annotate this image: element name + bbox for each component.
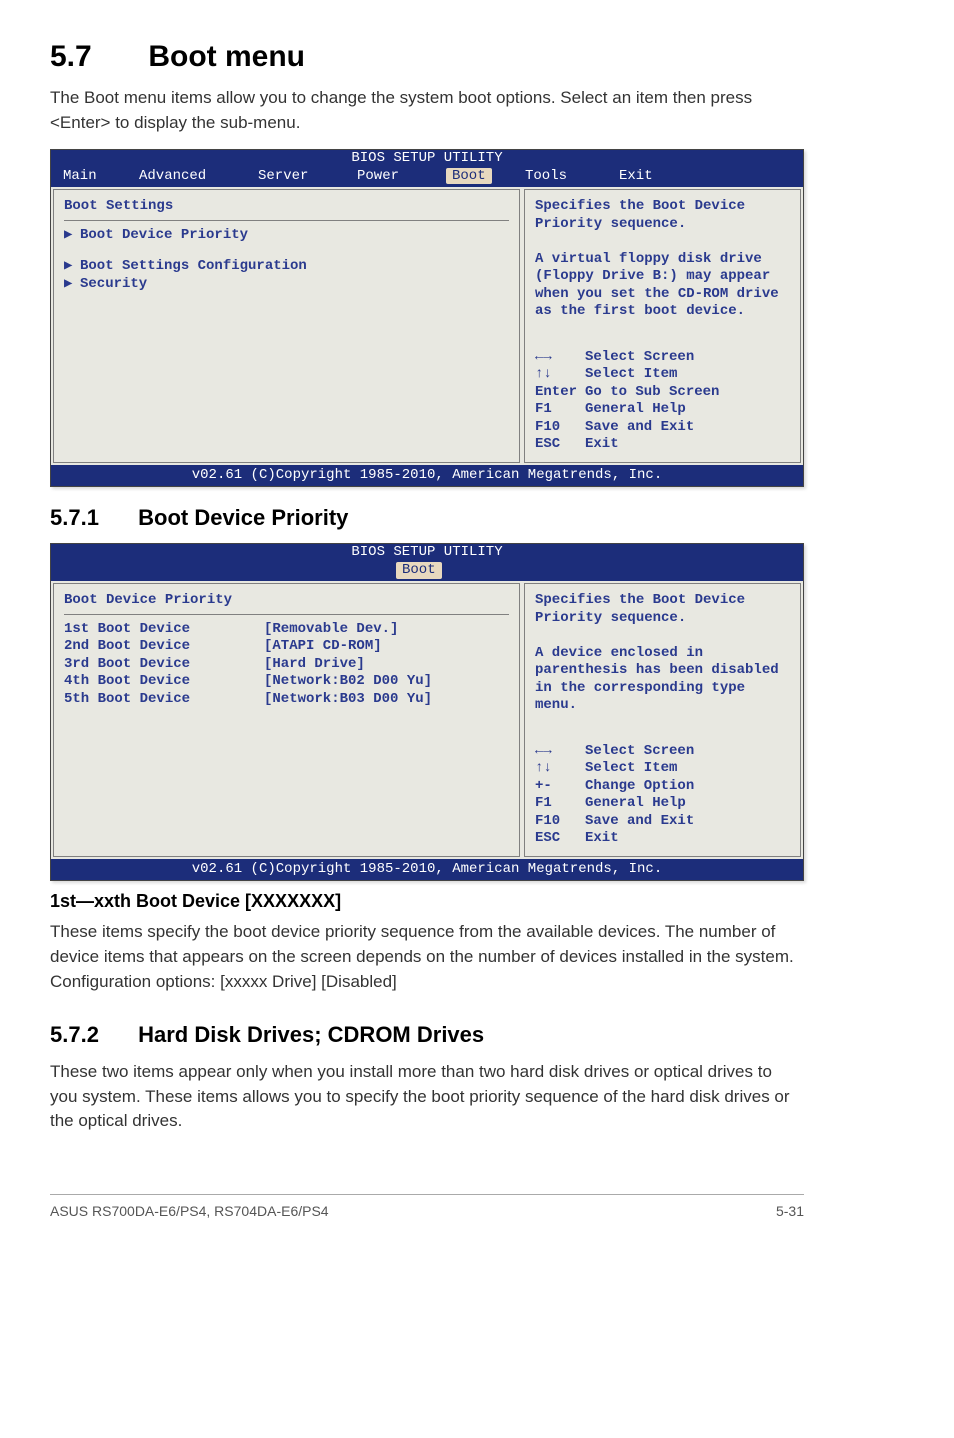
list-item: 2nd Boot Device [ATAPI CD-ROM] <box>64 638 509 656</box>
item-value: [Hard Drive] <box>264 656 365 674</box>
arrow-icon: ▶ <box>64 276 80 294</box>
item-value: [Network:B02 D00 Yu] <box>264 673 432 691</box>
item-label: 4th Boot Device <box>64 673 264 691</box>
list-item: 3rd Boot Device [Hard Drive] <box>64 656 509 674</box>
nav-hints: ←→Select Screen ↑↓Select Item EnterGo to… <box>535 349 790 454</box>
menu-boot-active: Boot <box>446 168 492 184</box>
section-title-text: Boot menu <box>148 40 305 73</box>
menu-tools: Tools <box>525 168 567 184</box>
item-value: [Removable Dev.] <box>264 621 398 639</box>
bios-title-bar: BIOS SETUP UTILITY <box>51 150 803 168</box>
list-item: 1st Boot Device [Removable Dev.] <box>64 621 509 639</box>
item-value: [ATAPI CD-ROM] <box>264 638 382 656</box>
footer-left: ASUS RS700DA-E6/PS4, RS704DA-E6/PS4 <box>50 1203 329 1219</box>
subsection-heading: 5.7.1 Boot Device Priority <box>50 505 804 531</box>
section-number: 5.7 <box>50 40 140 74</box>
intro-paragraph: The Boot menu items allow you to change … <box>50 86 804 135</box>
menu-advanced: Advanced <box>139 168 206 184</box>
menu-boot-active: Boot <box>396 562 442 580</box>
menu-main: Main <box>63 168 97 184</box>
subsection-title: Boot Device Priority <box>138 505 348 530</box>
item-label: Boot Settings Configuration <box>80 258 509 276</box>
subsection-body: These two items appear only when you ins… <box>50 1060 804 1134</box>
bios-title-bar: BIOS SETUP UTILITY <box>51 544 803 562</box>
help-text: Specifies the Boot Device Priority seque… <box>535 592 790 715</box>
bios-right-panel: Specifies the Boot Device Priority seque… <box>524 583 801 857</box>
bios-right-panel: Specifies the Boot Device Priority seque… <box>524 189 801 463</box>
item-label: 1st Boot Device <box>64 621 264 639</box>
setting-body: These items specify the boot device prio… <box>50 920 804 994</box>
bios-screenshot-2: BIOS SETUP UTILITY Boot Boot Device Prio… <box>50 543 804 881</box>
list-item: 5th Boot Device [Network:B03 D00 Yu] <box>64 691 509 709</box>
help-text: Specifies the Boot Device Priority seque… <box>535 198 790 321</box>
menu-exit: Exit <box>619 168 653 184</box>
setting-heading: 1st—xxth Boot Device [XXXXXXX] <box>50 891 804 912</box>
list-item: ▶ Boot Device Priority <box>64 227 509 245</box>
nav-hints: ←→Select Screen ↑↓Select Item +-Change O… <box>535 743 790 848</box>
bios-copyright: v02.61 (C)Copyright 1985-2010, American … <box>51 465 803 487</box>
item-label: 3rd Boot Device <box>64 656 264 674</box>
list-item: 4th Boot Device [Network:B02 D00 Yu] <box>64 673 509 691</box>
bios-menu-bar: Boot <box>51 562 803 582</box>
arrow-icon: ▶ <box>64 258 80 276</box>
bios-left-panel: Boot Settings ▶ Boot Device Priority ▶ B… <box>53 189 520 463</box>
list-item: ▶ Boot Settings Configuration <box>64 258 509 276</box>
list-item: ▶ Security <box>64 276 509 294</box>
panel-heading: Boot Settings <box>64 198 509 221</box>
item-label: Security <box>80 276 280 294</box>
page-footer: ASUS RS700DA-E6/PS4, RS704DA-E6/PS4 5-31 <box>50 1194 804 1219</box>
menu-server: Server <box>258 168 308 184</box>
footer-right: 5-31 <box>776 1203 804 1219</box>
subsection-number: 5.7.1 <box>50 505 132 531</box>
arrow-icon: ▶ <box>64 227 80 245</box>
subsection-title: Hard Disk Drives; CDROM Drives <box>138 1022 484 1047</box>
bios-left-panel: Boot Device Priority 1st Boot Device [Re… <box>53 583 520 857</box>
bios-screenshot-1: BIOS SETUP UTILITY Main Advanced Server … <box>50 149 804 487</box>
menu-power: Power <box>357 168 399 184</box>
subsection-number: 5.7.2 <box>50 1022 132 1048</box>
item-label: Boot Device Priority <box>80 227 280 245</box>
bios-menu-bar: Main Advanced Server Power Boot Tools Ex… <box>51 168 803 188</box>
item-label: 5th Boot Device <box>64 691 264 709</box>
bios-copyright: v02.61 (C)Copyright 1985-2010, American … <box>51 859 803 881</box>
item-label: 2nd Boot Device <box>64 638 264 656</box>
item-value: [Network:B03 D00 Yu] <box>264 691 432 709</box>
subsection-heading: 5.7.2 Hard Disk Drives; CDROM Drives <box>50 1022 804 1048</box>
section-heading: 5.7 Boot menu <box>50 40 804 74</box>
panel-heading: Boot Device Priority <box>64 592 509 615</box>
